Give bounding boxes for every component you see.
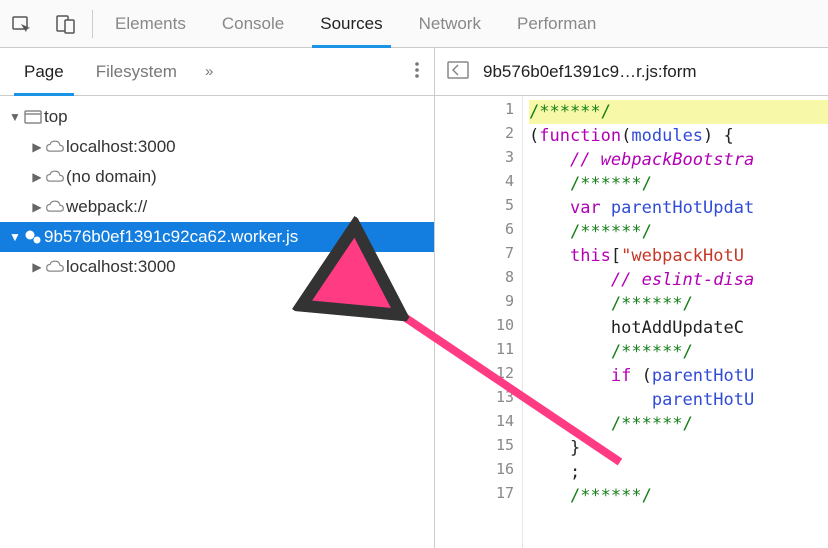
navigator-tab-page[interactable]: Page [8, 48, 80, 95]
window-icon [22, 110, 44, 124]
tab-sources[interactable]: Sources [302, 0, 400, 47]
device-toggle-icon[interactable] [44, 0, 88, 48]
devtools-topbar: Elements Console Sources Network Perform… [0, 0, 828, 48]
tree-label: (no domain) [66, 167, 157, 187]
separator [92, 10, 93, 38]
tree-item[interactable]: ▶ (no domain) [0, 162, 434, 192]
tab-performance[interactable]: Performan [499, 0, 614, 47]
tree-label: localhost:3000 [66, 257, 176, 277]
tab-network[interactable]: Network [401, 0, 499, 47]
code-area: 1234567891011121314151617 /******/(funct… [435, 96, 828, 548]
editor-pane: 9b576b0ef1391c9…r.js:form 12345678910111… [435, 48, 828, 548]
chevron-down-icon: ▼ [8, 110, 22, 124]
chevron-right-icon: ▶ [30, 140, 44, 154]
cloud-icon [44, 200, 66, 214]
cloud-icon [44, 260, 66, 274]
tree-label: webpack:// [66, 197, 147, 217]
tab-console[interactable]: Console [204, 0, 302, 47]
chevron-right-icon: ▶ [30, 170, 44, 184]
editor-header: 9b576b0ef1391c9…r.js:form [435, 48, 828, 96]
navigator-menu-icon[interactable] [414, 60, 420, 84]
cloud-icon [44, 170, 66, 184]
navigator-tab-filesystem[interactable]: Filesystem [80, 48, 193, 95]
tree-item[interactable]: ▶ webpack:// [0, 192, 434, 222]
panel-tabs: Elements Console Sources Network Perform… [97, 0, 614, 47]
chevron-down-icon: ▼ [8, 230, 22, 244]
code-gutter: 1234567891011121314151617 [435, 96, 523, 548]
file-tree: ▼ top ▶ localhost:3000 ▶ (no domain) ▶ w… [0, 96, 434, 548]
main-area: Page Filesystem » ▼ top ▶ localhost:3000… [0, 48, 828, 548]
toggle-navigator-icon[interactable] [447, 61, 469, 83]
tree-label: 9b576b0ef1391c92ca62.worker.js [44, 227, 298, 247]
editor-filename: 9b576b0ef1391c9…r.js:form [483, 62, 697, 82]
tree-item[interactable]: ▶ localhost:3000 [0, 132, 434, 162]
gears-icon [22, 228, 44, 246]
inspect-icon[interactable] [0, 0, 44, 48]
cloud-icon [44, 140, 66, 154]
tree-worker[interactable]: ▼ 9b576b0ef1391c92ca62.worker.js [0, 222, 434, 252]
tree-label: top [44, 107, 68, 127]
chevron-right-icon: ▶ [30, 200, 44, 214]
navigator-header: Page Filesystem » [0, 48, 434, 96]
code-content[interactable]: /******/(function(modules) { // webpackB… [523, 96, 828, 548]
tree-label: localhost:3000 [66, 137, 176, 157]
tree-top[interactable]: ▼ top [0, 102, 434, 132]
tab-elements[interactable]: Elements [97, 0, 204, 47]
navigator-pane: Page Filesystem » ▼ top ▶ localhost:3000… [0, 48, 435, 548]
chevron-right-icon: ▶ [30, 260, 44, 274]
navigator-overflow-icon[interactable]: » [193, 63, 225, 80]
tree-item[interactable]: ▶ localhost:3000 [0, 252, 434, 282]
